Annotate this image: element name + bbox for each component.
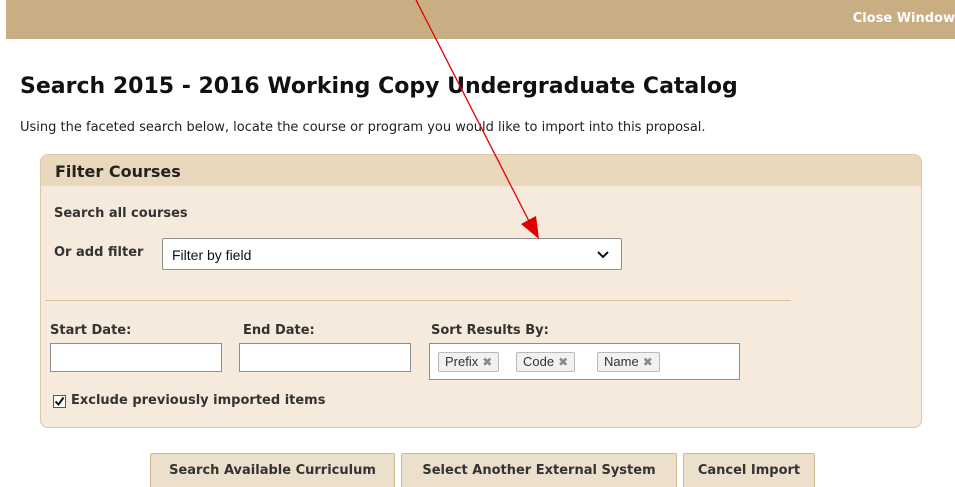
header-bar: Close Window: [6, 0, 955, 39]
filter-by-field-select[interactable]: Filter by field: [162, 238, 622, 270]
start-date-label: Start Date:: [50, 323, 132, 338]
close-icon[interactable]: ✖: [558, 355, 568, 369]
cancel-import-button[interactable]: Cancel Import: [683, 453, 815, 487]
sort-tag-name[interactable]: Name ✖: [597, 352, 660, 372]
chevron-down-icon: [597, 251, 609, 259]
add-filter-label: Or add filter: [54, 245, 144, 260]
close-icon[interactable]: ✖: [643, 355, 653, 369]
checkmark-icon: [54, 396, 65, 407]
page-title: Search 2015 - 2016 Working Copy Undergra…: [20, 74, 738, 99]
page-instructions: Using the faceted search below, locate t…: [20, 120, 706, 135]
close-icon[interactable]: ✖: [482, 355, 492, 369]
filter-select-value: Filter by field: [172, 247, 252, 263]
sort-tag-label: Prefix: [445, 354, 479, 369]
sort-tag-label: Name: [604, 354, 639, 369]
sort-results-label: Sort Results By:: [431, 323, 549, 338]
start-date-input[interactable]: [50, 343, 222, 372]
end-date-input[interactable]: [239, 343, 411, 372]
sort-tag-prefix[interactable]: Prefix ✖: [438, 352, 500, 372]
panel-divider: [45, 300, 791, 301]
sort-tag-label: Code: [523, 354, 555, 369]
select-another-external-system-button[interactable]: Select Another External System: [401, 453, 677, 487]
filter-courses-panel: Filter Courses Search all courses Or add…: [40, 154, 922, 428]
sort-results-field[interactable]: Prefix ✖ Code ✖ Name ✖: [429, 343, 740, 380]
sort-tag-code[interactable]: Code ✖: [516, 352, 576, 372]
close-window-link[interactable]: Close Window: [853, 11, 955, 26]
panel-title: Filter Courses: [55, 162, 181, 181]
search-all-courses-label: Search all courses: [54, 206, 188, 221]
search-available-curriculum-button[interactable]: Search Available Curriculum: [150, 453, 395, 487]
exclude-imported-label: Exclude previously imported items: [71, 393, 326, 408]
end-date-label: End Date:: [243, 323, 315, 338]
exclude-imported-checkbox[interactable]: [53, 395, 66, 408]
panel-header: Filter Courses: [41, 155, 921, 186]
